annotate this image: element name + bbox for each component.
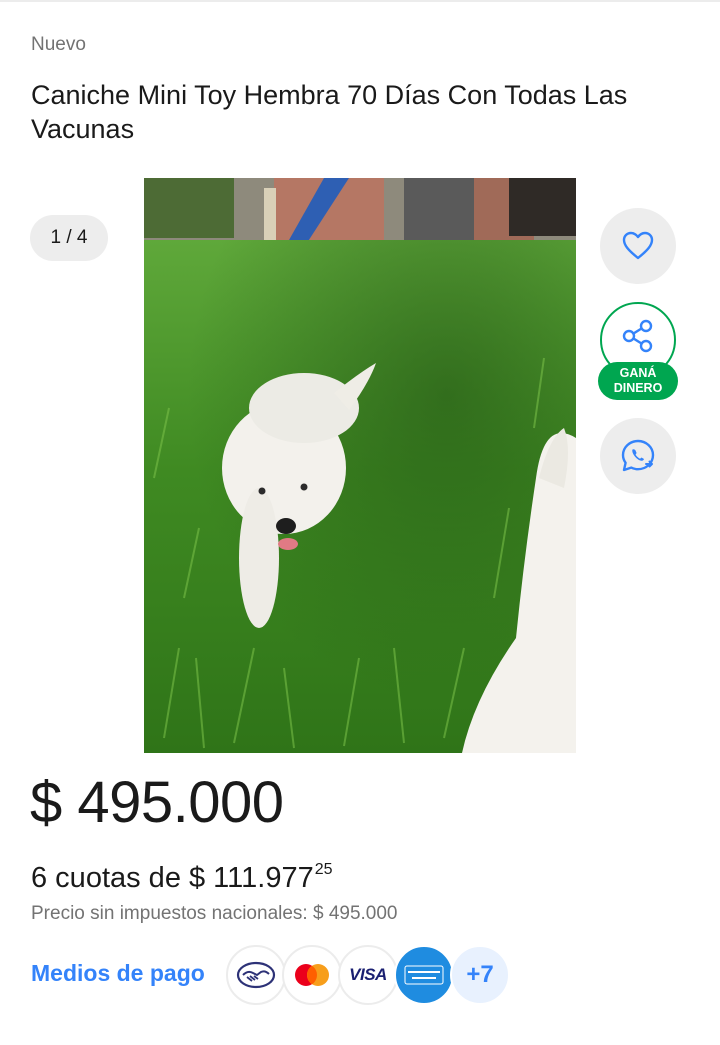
earn-money-badge[interactable]: GANÁ DINERO xyxy=(598,362,678,400)
installments-text: 6 cuotas de $ 111.977 xyxy=(31,862,314,894)
visa-icon: VISA xyxy=(338,945,398,1005)
whatsapp-share-button[interactable] xyxy=(600,418,676,494)
whatsapp-icon xyxy=(621,439,655,472)
tax-note: Precio sin impuestos nacionales: $ 495.0… xyxy=(31,903,398,924)
mercado-pago-icon xyxy=(226,945,286,1005)
price: $ 495.000 xyxy=(30,770,284,835)
visa-label: VISA xyxy=(349,965,387,984)
more-payment-methods[interactable]: +7 xyxy=(450,945,510,1005)
share-icon xyxy=(622,319,653,353)
gallery-counter: 1 / 4 xyxy=(30,215,108,261)
installments-info: 6 cuotas de $ 111.97725 xyxy=(31,852,333,896)
top-divider xyxy=(0,0,720,2)
item-title: Caniche Mini Toy Hembra 70 Días Con Toda… xyxy=(31,80,628,144)
puppy-photo-illustration xyxy=(144,178,576,753)
product-photo[interactable] xyxy=(144,178,576,753)
heart-icon xyxy=(622,231,654,260)
amex-icon xyxy=(394,945,454,1005)
earn-money-line1: GANÁ xyxy=(619,366,657,380)
favorite-button[interactable] xyxy=(600,208,676,284)
payment-methods-link[interactable]: Medios de pago xyxy=(31,960,205,987)
payment-methods-icons[interactable]: VISA +7 xyxy=(226,945,510,1005)
mastercard-icon xyxy=(282,945,342,1005)
installments-cents: 25 xyxy=(314,861,333,878)
earn-money-line2: DINERO xyxy=(613,381,663,395)
item-condition: Nuevo xyxy=(31,34,86,55)
